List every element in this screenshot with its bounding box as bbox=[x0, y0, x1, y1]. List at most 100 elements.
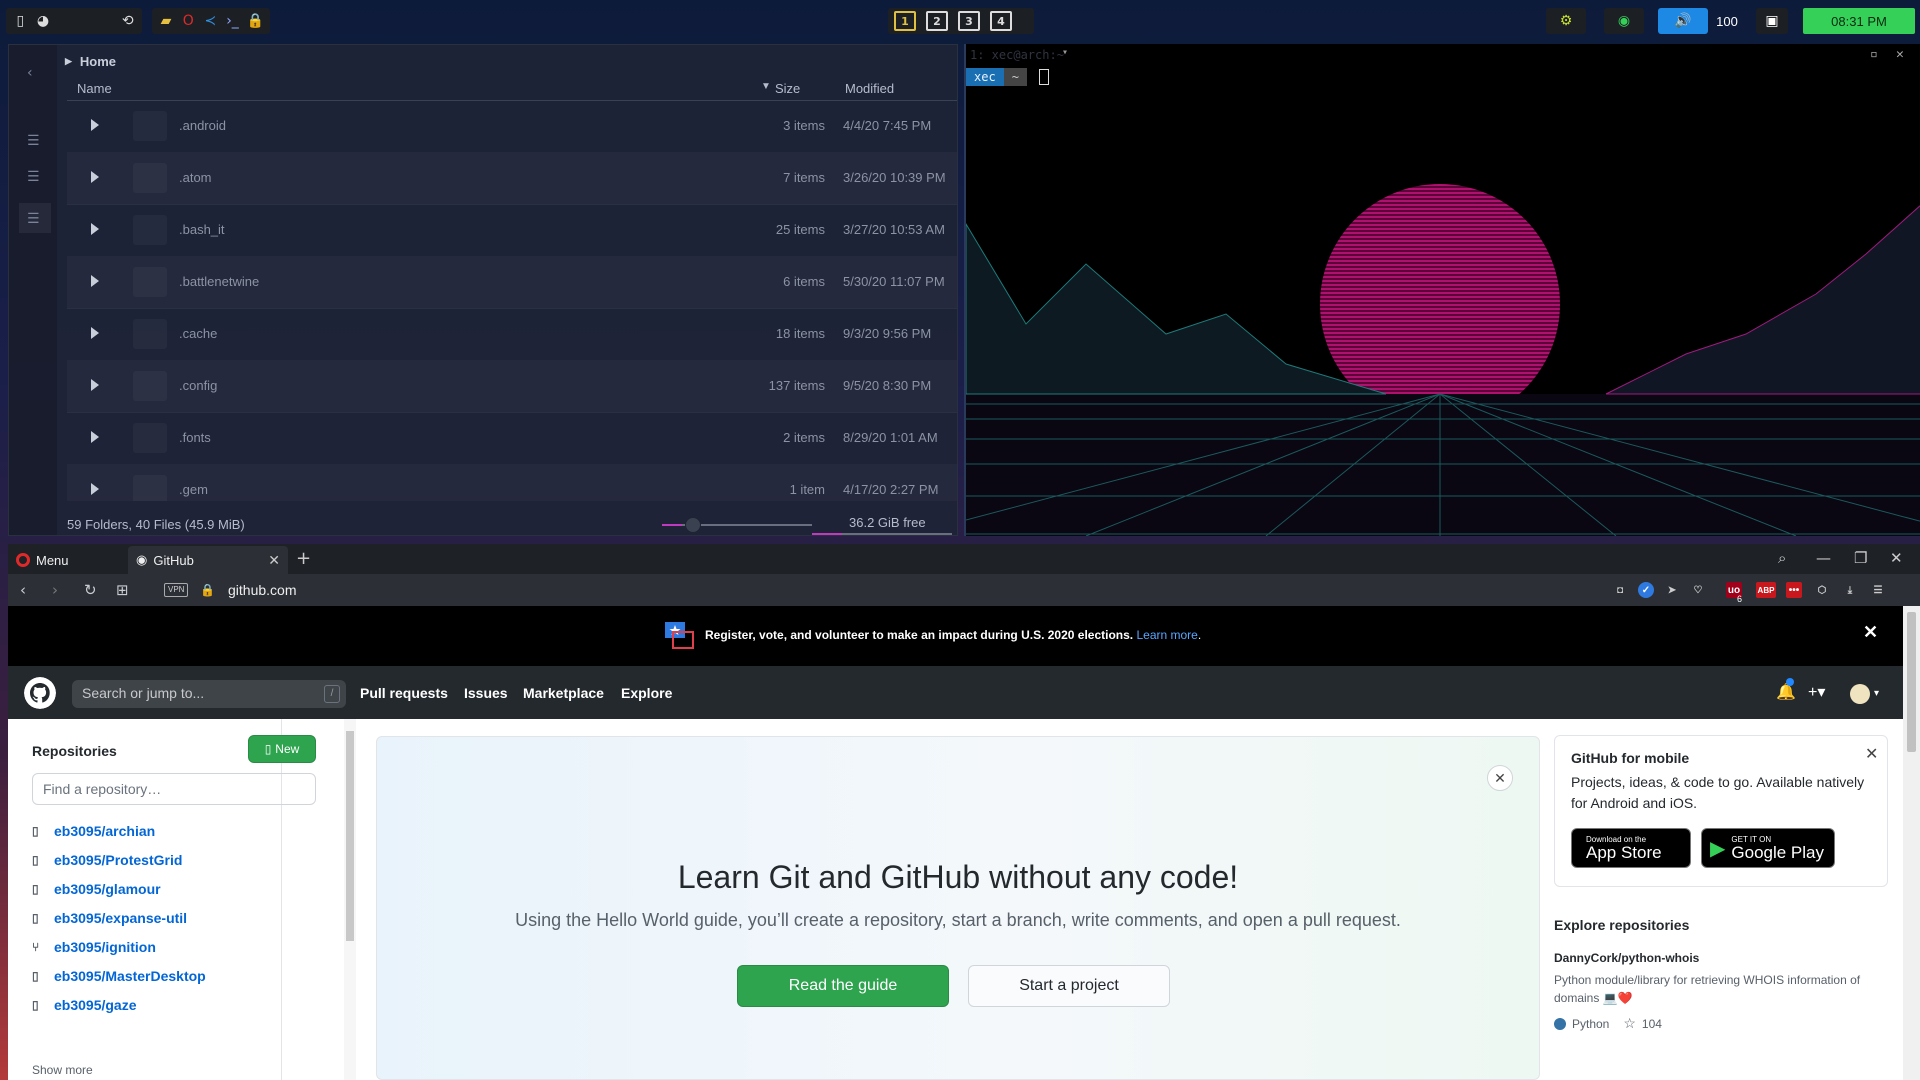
search-tabs-icon[interactable]: ⌕ bbox=[1778, 549, 1786, 567]
close-tab-icon[interactable]: ✕ bbox=[268, 552, 280, 569]
shield-icon[interactable]: ✓ bbox=[1638, 582, 1654, 598]
sidebar-scrollbar[interactable] bbox=[344, 719, 356, 1080]
forward-icon[interactable]: › bbox=[52, 581, 58, 599]
vscode-icon[interactable]: ≺ bbox=[202, 12, 218, 30]
minimize-icon[interactable]: — bbox=[1816, 549, 1831, 567]
start-project-button[interactable]: Start a project bbox=[968, 965, 1170, 1007]
file-row[interactable]: .android 3 items 4/4/20 7:45 PM bbox=[67, 101, 957, 153]
folder-icon[interactable]: ▰ bbox=[158, 12, 174, 30]
star-icon[interactable]: ☆ bbox=[1623, 1015, 1636, 1032]
gpu-icon[interactable]: ◉ bbox=[1604, 8, 1644, 34]
repo-link[interactable]: ▯ eb3095/MasterDesktop bbox=[32, 966, 206, 986]
github-search-input[interactable]: Search or jump to... / bbox=[72, 680, 346, 708]
expand-icon[interactable] bbox=[91, 483, 99, 495]
adblock-icon[interactable]: ABP bbox=[1756, 582, 1776, 598]
cpu-icon[interactable]: ⚙ bbox=[1546, 8, 1586, 34]
create-new-icon[interactable]: +▾ bbox=[1808, 682, 1825, 702]
maximize-icon[interactable]: ▫ bbox=[1870, 47, 1878, 62]
download-icon[interactable]: ⤓ bbox=[1842, 582, 1858, 598]
easy-setup-icon[interactable]: ☰ bbox=[1870, 582, 1886, 598]
breadcrumb[interactable]: ▶ Home bbox=[65, 51, 116, 71]
repo-name[interactable]: eb3095/ProtestGrid bbox=[54, 852, 182, 868]
repo-name[interactable]: eb3095/MasterDesktop bbox=[54, 968, 206, 984]
opera-icon[interactable]: O bbox=[180, 12, 196, 30]
expand-icon[interactable] bbox=[91, 275, 99, 287]
repo-name[interactable]: eb3095/glamour bbox=[54, 881, 161, 897]
reload-icon[interactable]: ↻ bbox=[84, 581, 97, 599]
workspace-3[interactable]: 3 bbox=[958, 11, 980, 31]
display-icon[interactable]: ▣ bbox=[1756, 8, 1788, 34]
chevron-down-icon[interactable]: ▾ bbox=[1062, 47, 1068, 58]
file-row[interactable]: .bash_it 25 items 3/27/20 10:53 AM bbox=[67, 205, 957, 257]
find-repo-input[interactable]: Find a repository… bbox=[32, 773, 316, 805]
expand-icon[interactable] bbox=[91, 171, 99, 183]
new-repo-button[interactable]: ▯ New bbox=[248, 735, 316, 763]
expand-icon[interactable] bbox=[91, 431, 99, 443]
workspace-2[interactable]: 2 bbox=[926, 11, 948, 31]
nav-pull-requests[interactable]: Pull requests bbox=[360, 685, 448, 701]
expand-icon[interactable] bbox=[91, 379, 99, 391]
compact-view-icon[interactable]: ☰ bbox=[27, 169, 45, 185]
clock[interactable]: 08:31 PM bbox=[1803, 8, 1915, 34]
vpn-badge[interactable]: VPN bbox=[164, 583, 189, 597]
repo-name[interactable]: eb3095/archian bbox=[54, 823, 155, 839]
chevron-down-icon[interactable]: ▾ bbox=[1874, 688, 1879, 699]
nav-explore[interactable]: Explore bbox=[621, 685, 672, 701]
restore-icon[interactable]: ❐ bbox=[1854, 549, 1867, 567]
banner-learn-more-link[interactable]: Learn more bbox=[1136, 628, 1197, 642]
breadcrumb-home[interactable]: Home bbox=[80, 54, 116, 69]
read-guide-button[interactable]: Read the guide bbox=[737, 965, 949, 1007]
discord-icon[interactable]: ◕ bbox=[35, 12, 52, 30]
sync-icon[interactable]: ⟲ bbox=[119, 12, 136, 30]
new-tab-icon[interactable]: + bbox=[296, 548, 311, 569]
column-name[interactable]: Name bbox=[77, 81, 112, 96]
browser-menu-button[interactable]: Menu bbox=[16, 550, 69, 570]
workspace-1[interactable]: 1 bbox=[894, 11, 916, 31]
url-field[interactable]: github.com bbox=[228, 582, 296, 598]
repo-link[interactable]: ▯ eb3095/archian bbox=[32, 821, 155, 841]
close-banner-icon[interactable]: ✕ bbox=[1863, 622, 1878, 643]
heart-icon[interactable]: ♡ bbox=[1690, 582, 1706, 598]
file-row[interactable]: .cache 18 items 9/3/20 9:56 PM bbox=[67, 309, 957, 361]
repo-link[interactable]: ▯ eb3095/glamour bbox=[32, 879, 161, 899]
file-row[interactable]: .config 137 items 9/5/20 8:30 PM bbox=[67, 361, 957, 413]
close-card-icon[interactable]: ✕ bbox=[1865, 744, 1878, 764]
repo-link[interactable]: ▯ eb3095/expanse-util bbox=[32, 908, 187, 928]
column-size[interactable]: Size bbox=[775, 81, 800, 96]
zoom-slider-handle[interactable] bbox=[685, 517, 701, 533]
app-store-button[interactable]: Download on the App Store bbox=[1571, 828, 1691, 868]
nav-marketplace[interactable]: Marketplace bbox=[523, 685, 604, 701]
lastpass-icon[interactable]: ••• bbox=[1786, 582, 1802, 598]
list-view-icon[interactable]: ☰ bbox=[27, 133, 45, 149]
send-icon[interactable]: ➤ bbox=[1664, 582, 1680, 598]
tab-github[interactable]: ◉ GitHub ✕ bbox=[128, 546, 288, 574]
nav-issues[interactable]: Issues bbox=[464, 685, 508, 701]
back-icon[interactable]: ‹ bbox=[27, 65, 45, 81]
repo-link[interactable]: ▯ eb3095/gaze bbox=[32, 995, 137, 1015]
expand-icon[interactable] bbox=[91, 119, 99, 131]
notifications-bell-icon[interactable]: 🔔 bbox=[1776, 682, 1796, 702]
column-modified[interactable]: Modified bbox=[845, 81, 894, 96]
repo-name[interactable]: eb3095/expanse-util bbox=[54, 910, 187, 926]
repo-link[interactable]: ⑂ eb3095/ignition bbox=[32, 937, 156, 957]
repo-link[interactable]: ▯ eb3095/ProtestGrid bbox=[32, 850, 182, 870]
speed-dial-icon[interactable]: ⊞ bbox=[116, 581, 129, 599]
volume-icon[interactable]: 🔊 bbox=[1658, 8, 1708, 34]
explore-repo-stars[interactable]: 104 bbox=[1642, 1017, 1662, 1031]
camera-icon[interactable]: ◘ bbox=[1612, 582, 1628, 598]
page-scrollbar[interactable] bbox=[1903, 606, 1920, 1080]
close-icon[interactable]: ✕ bbox=[1896, 47, 1904, 62]
extensions-icon[interactable]: ⬡ bbox=[1814, 582, 1830, 598]
google-play-button[interactable]: ▶ GET IT ON Google Play bbox=[1701, 828, 1835, 868]
repo-name[interactable]: eb3095/ignition bbox=[54, 939, 156, 955]
file-row[interactable]: .battlenetwine 6 items 5/30/20 11:07 PM bbox=[67, 257, 957, 309]
file-row[interactable]: .gem 1 item 4/17/20 2:27 PM bbox=[67, 465, 957, 501]
lock-icon[interactable]: 🔒 bbox=[200, 583, 215, 597]
avatar[interactable] bbox=[1850, 684, 1870, 704]
explore-repo-link[interactable]: DannyCork/python-whois bbox=[1554, 951, 1699, 965]
notes-icon[interactable]: ▯ bbox=[12, 12, 29, 30]
expand-icon[interactable] bbox=[91, 327, 99, 339]
terminal-icon[interactable]: ›_ bbox=[224, 12, 240, 30]
sidebar-scrollbar-thumb[interactable] bbox=[346, 731, 354, 941]
terminal-window[interactable]: 1: xec@arch:~ ▾ ▫ ✕ xec ~ bbox=[964, 44, 1920, 536]
